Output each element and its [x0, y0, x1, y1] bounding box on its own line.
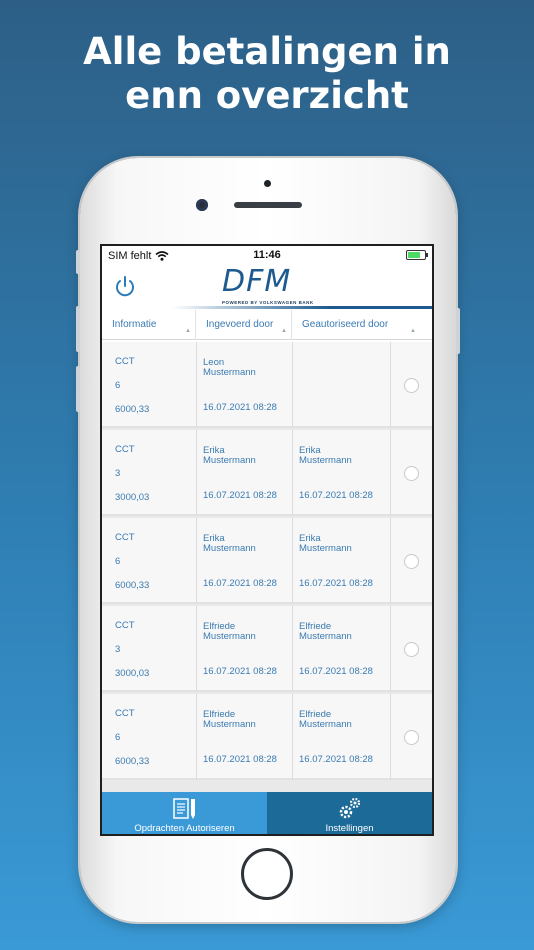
entered-by-cell: Leon Mustermann 16.07.2021 08:28 — [196, 342, 292, 428]
tab-opdrachten-autoriseren[interactable]: Opdrachten Autoriseren — [102, 792, 267, 834]
select-radio[interactable] — [404, 466, 419, 481]
entered-by-cell: Elfriede Mustermann 16.07.2021 08:28 — [196, 606, 292, 692]
authorized-date: 16.07.2021 08:28 — [299, 754, 373, 765]
select-cell — [390, 606, 432, 692]
front-sensor — [264, 180, 271, 187]
payment-type: CCT — [115, 444, 135, 455]
entered-by-name: Erika Mustermann — [203, 445, 256, 466]
volume-down-button — [76, 366, 80, 412]
entered-by-cell: Erika Mustermann 16.07.2021 08:28 — [196, 518, 292, 604]
phone-frame: SIM fehlt 11:46 DFM POWERED BY VOLKSWAGE… — [76, 158, 460, 922]
gears-icon — [339, 797, 361, 819]
authorized-by-name: Elfriede Mustermann — [299, 709, 352, 730]
clock: 11:46 — [253, 249, 281, 261]
payment-type: CCT — [115, 620, 135, 631]
app-screen: SIM fehlt 11:46 DFM POWERED BY VOLKSWAGE… — [100, 244, 434, 836]
authorized-date: 16.07.2021 08:28 — [299, 578, 373, 589]
select-radio[interactable] — [404, 642, 419, 657]
entered-by-name: Erika Mustermann — [203, 533, 256, 554]
column-header-geautoriseerd-door[interactable]: Geautoriseerd door ▲ — [292, 310, 420, 340]
table-row[interactable]: CCT 3 3000,03 Erika Mustermann 16.07.202… — [102, 430, 432, 516]
payment-type: CCT — [115, 708, 135, 719]
payment-amount: 6000,33 — [115, 580, 150, 591]
entered-date: 16.07.2021 08:28 — [203, 754, 277, 765]
authorized-by-cell: Elfriede Mustermann 16.07.2021 08:28 — [292, 694, 390, 780]
payment-amount: 6000,33 — [115, 404, 150, 415]
entered-by-name: Elfriede Mustermann — [203, 621, 256, 642]
payment-count: 6 — [115, 732, 121, 743]
tab-label: Instellingen — [325, 823, 374, 834]
authorized-by-cell: Elfriede Mustermann 16.07.2021 08:28 — [292, 606, 390, 692]
volume-up-button — [76, 306, 80, 352]
table-row[interactable]: CCT 3 3000,03 Elfriede Mustermann 16.07.… — [102, 606, 432, 692]
payment-list: CCT 6 6000,33 Leon Mustermann 16.07.2021… — [102, 342, 432, 792]
table-row[interactable]: CCT 6 6000,33 Erika Mustermann 16.07.202… — [102, 518, 432, 604]
promo-headline: Alle betalingen in enn overzicht — [0, 30, 534, 118]
authorized-by-name: Erika Mustermann — [299, 533, 352, 554]
entered-date: 16.07.2021 08:28 — [203, 578, 277, 589]
column-header-informatie[interactable]: Informatie ▲ — [102, 310, 196, 340]
authorized-by-cell: Erika Mustermann 16.07.2021 08:28 — [292, 518, 390, 604]
select-cell — [390, 518, 432, 604]
power-icon[interactable] — [112, 274, 138, 300]
power-button — [456, 308, 460, 354]
info-cell: CCT 6 6000,33 — [102, 518, 196, 604]
authorized-by-cell: Erika Mustermann 16.07.2021 08:28 — [292, 430, 390, 516]
payment-count: 6 — [115, 556, 121, 567]
mute-switch — [76, 250, 80, 274]
authorized-date: 16.07.2021 08:28 — [299, 666, 373, 677]
dfm-logo: DFM POWERED BY VOLKSWAGEN BANK — [222, 264, 314, 305]
info-cell: CCT 6 6000,33 — [102, 694, 196, 780]
select-radio[interactable] — [404, 554, 419, 569]
payment-type: CCT — [115, 532, 135, 543]
status-bar: SIM fehlt 11:46 — [102, 246, 432, 264]
table-row[interactable]: CCT 6 6000,33 Leon Mustermann 16.07.2021… — [102, 342, 432, 428]
column-header-ingevoerd-door[interactable]: Ingevoerd door ▲ — [196, 310, 292, 340]
table-header: Informatie ▲ Ingevoerd door ▲ Geautoriseer… — [102, 310, 432, 340]
entered-date: 16.07.2021 08:28 — [203, 402, 277, 413]
sort-arrow-icon: ▲ — [410, 328, 416, 334]
sort-arrow-icon: ▲ — [185, 328, 191, 334]
payment-count: 6 — [115, 380, 121, 391]
payment-amount: 3000,03 — [115, 492, 150, 503]
payment-amount: 3000,03 — [115, 668, 150, 679]
header-divider — [172, 306, 432, 309]
select-cell — [390, 342, 432, 428]
promo-line-2: enn overzicht — [125, 74, 409, 117]
tab-instellingen[interactable]: Instellingen — [267, 792, 432, 834]
sort-arrow-icon: ▲ — [281, 328, 287, 334]
payment-count: 3 — [115, 644, 121, 655]
authorized-by-cell — [292, 342, 390, 428]
info-cell: CCT 6 6000,33 — [102, 342, 196, 428]
authorized-by-name: Elfriede Mustermann — [299, 621, 352, 642]
select-radio[interactable] — [404, 730, 419, 745]
entered-date: 16.07.2021 08:28 — [203, 490, 277, 501]
payment-type: CCT — [115, 356, 135, 367]
table-row[interactable]: CCT 6 6000,33 Elfriede Mustermann 16.07.… — [102, 694, 432, 780]
entered-by-name: Leon Mustermann — [203, 357, 256, 378]
battery-icon — [406, 250, 428, 260]
info-cell: CCT 3 3000,03 — [102, 430, 196, 516]
entered-by-name: Elfriede Mustermann — [203, 709, 256, 730]
entered-by-cell: Elfriede Mustermann 16.07.2021 08:28 — [196, 694, 292, 780]
tab-bar: Opdrachten Autoriseren Instellingen — [102, 792, 432, 834]
entered-date: 16.07.2021 08:28 — [203, 666, 277, 677]
info-cell: CCT 3 3000,03 — [102, 606, 196, 692]
front-camera — [196, 199, 208, 211]
select-cell — [390, 694, 432, 780]
select-cell — [390, 430, 432, 516]
home-button[interactable] — [241, 848, 293, 900]
earpiece-speaker — [234, 202, 302, 208]
tab-label: Opdrachten Autoriseren — [134, 823, 235, 834]
promo-line-1: Alle betalingen in — [83, 30, 451, 73]
payment-count: 3 — [115, 468, 121, 479]
authorized-by-name: Erika Mustermann — [299, 445, 352, 466]
entered-by-cell: Erika Mustermann 16.07.2021 08:28 — [196, 430, 292, 516]
payment-amount: 6000,33 — [115, 756, 150, 767]
authorized-date: 16.07.2021 08:28 — [299, 490, 373, 501]
document-pen-icon — [173, 798, 195, 819]
select-radio[interactable] — [404, 378, 419, 393]
app-header: DFM POWERED BY VOLKSWAGEN BANK — [102, 264, 432, 308]
